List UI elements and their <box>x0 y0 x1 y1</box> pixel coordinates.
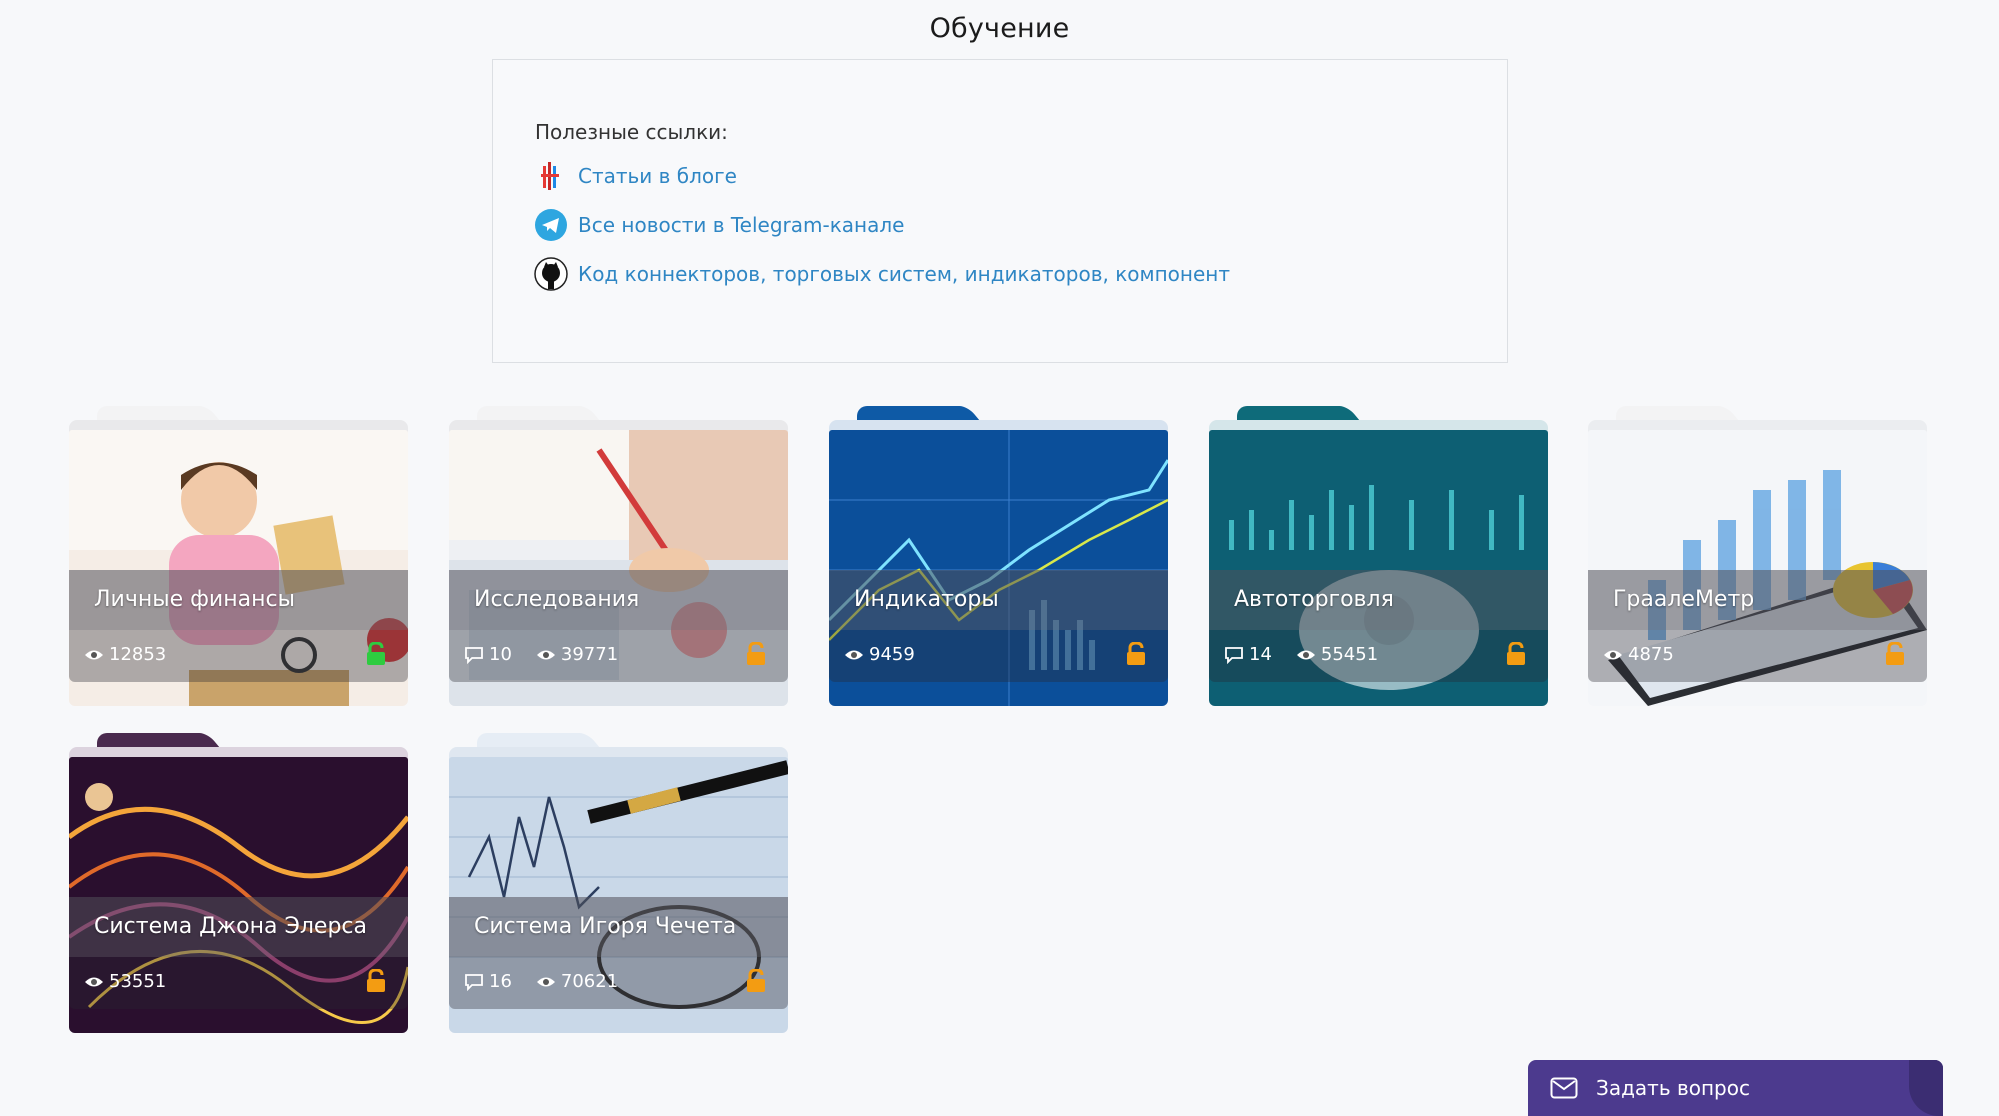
eye-icon <box>85 977 103 986</box>
envelope-icon <box>1550 1077 1578 1099</box>
card-title: Система Игоря Чечета <box>474 914 737 939</box>
unlock-icon <box>1885 641 1905 670</box>
link-label: Статьи в блоге <box>578 164 737 188</box>
views-count: 55451 <box>1320 644 1379 665</box>
views-count: 12853 <box>109 644 167 665</box>
unlock-icon <box>366 968 386 997</box>
comments-count: 14 <box>1249 644 1272 665</box>
link-blog-articles[interactable]: Статьи в блоге <box>534 159 737 193</box>
views-stat: 70621 <box>536 971 618 992</box>
comments-stat: 14 <box>1224 644 1272 665</box>
card-title: Индикаторы <box>854 587 999 612</box>
views-count: 53551 <box>109 971 167 992</box>
comments-count: 16 <box>489 971 512 992</box>
link-github-code[interactable]: Код коннекторов, торговых систем, индика… <box>534 257 1230 291</box>
eye-icon <box>536 977 555 986</box>
course-card-graalemetr[interactable]: ГраалеМетр 4875 <box>1588 406 1927 706</box>
eye-icon <box>1296 650 1315 659</box>
course-card-chechet-system[interactable]: Система Игоря Чечета 16 70621 <box>449 733 788 1033</box>
views-count: 4875 <box>1628 644 1674 665</box>
card-stats: 14 55451 <box>1224 644 1402 665</box>
card-stats: 53551 <box>84 971 190 992</box>
telegram-icon <box>534 208 568 242</box>
card-stats: 10 39771 <box>464 644 642 665</box>
card-title: Исследования <box>474 587 640 612</box>
github-icon <box>534 257 568 291</box>
views-stat: 4875 <box>1603 644 1674 665</box>
views-count: 39771 <box>560 644 619 665</box>
card-stats: 4875 <box>1603 644 1698 665</box>
views-stat: 9459 <box>844 644 915 665</box>
views-count: 70621 <box>560 971 619 992</box>
comments-stat: 16 <box>464 971 512 992</box>
useful-links-heading: Полезные ссылки: <box>535 120 728 144</box>
card-stats: 9459 <box>844 644 939 665</box>
comments-stat: 10 <box>464 644 512 665</box>
unlock-icon <box>746 641 766 670</box>
views-stat: 39771 <box>536 644 618 665</box>
course-card-ehlers-system[interactable]: Система Джона Элерса 53551 <box>69 733 408 1033</box>
card-title: Система Джона Элерса <box>94 914 368 939</box>
eye-icon <box>536 650 555 659</box>
eye-icon <box>845 650 863 659</box>
unlock-icon <box>746 968 766 997</box>
blog-logo-icon <box>534 159 568 193</box>
useful-links-panel: Полезные ссылки: Статьи в блоге Все ново… <box>492 59 1508 363</box>
card-stats: 12853 <box>84 644 190 665</box>
views-stat: 55451 <box>1296 644 1378 665</box>
page-title: Обучение <box>929 13 1070 44</box>
eye-icon <box>1604 650 1622 659</box>
card-title: ГраалеМетр <box>1613 587 1755 612</box>
button-corner <box>1909 1060 1943 1116</box>
course-card-personal-finance[interactable]: Личные финансы 12853 <box>69 406 408 706</box>
card-stats: 16 70621 <box>464 971 642 992</box>
comments-count: 10 <box>489 644 512 665</box>
course-card-autotrading[interactable]: Автоторговля 14 55451 <box>1209 406 1548 706</box>
course-card-research[interactable]: Исследования 10 39771 <box>449 406 788 706</box>
course-card-indicators[interactable]: Индикаторы 9459 <box>829 406 1168 706</box>
comment-icon <box>465 646 483 664</box>
link-label: Код коннекторов, торговых систем, индика… <box>578 262 1231 286</box>
link-label: Все новости в Telegram-канале <box>578 213 905 237</box>
views-stat: 53551 <box>84 971 166 992</box>
unlock-icon <box>1126 641 1146 670</box>
card-title: Личные финансы <box>94 587 295 612</box>
ask-question-button[interactable]: Задать вопрос <box>1528 1060 1943 1116</box>
ask-question-label: Задать вопрос <box>1596 1076 1750 1100</box>
comment-icon <box>465 973 483 991</box>
unlock-icon <box>1506 641 1526 670</box>
eye-icon <box>85 650 103 659</box>
views-count: 9459 <box>869 644 915 665</box>
comment-icon <box>1225 646 1243 664</box>
views-stat: 12853 <box>84 644 166 665</box>
link-telegram-channel[interactable]: Все новости в Telegram-канале <box>534 208 904 242</box>
card-title: Автоторговля <box>1234 587 1394 612</box>
unlock-icon <box>366 641 386 670</box>
